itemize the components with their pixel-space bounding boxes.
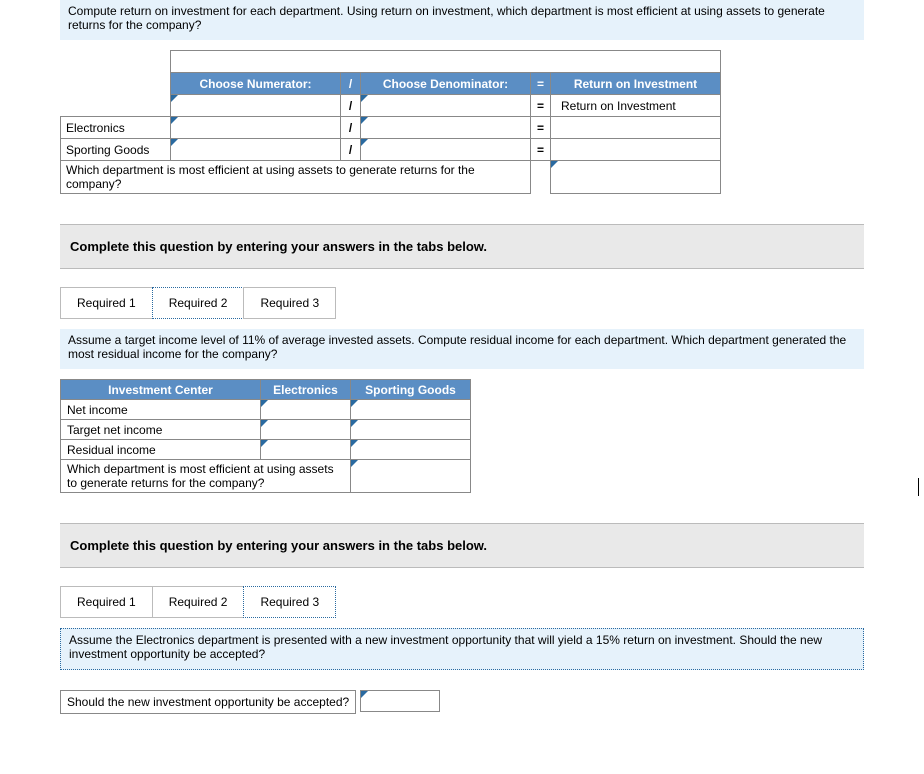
row-electronics: Electronics: [61, 117, 171, 139]
roi-table: Return on Investment Choose Numerator: /…: [60, 50, 732, 194]
tab-required-3[interactable]: Required 3: [243, 287, 336, 319]
question1-text: Compute return on investment for each de…: [68, 4, 825, 32]
tab2-required-1[interactable]: Required 1: [60, 586, 153, 618]
question2-text: Assume a target income level of 11% of a…: [68, 333, 846, 361]
tab2-required-2[interactable]: Required 2: [152, 586, 245, 618]
ri-col2: Electronics: [261, 380, 351, 400]
q3-footer-question: Should the new investment opportunity be…: [60, 690, 356, 714]
ri-sport-target[interactable]: [351, 420, 471, 440]
tab-required-1[interactable]: Required 1: [60, 287, 153, 319]
num-input-sporting[interactable]: [171, 139, 341, 161]
question1-box: Compute return on investment for each de…: [60, 0, 864, 40]
row-sporting: Sporting Goods: [61, 139, 171, 161]
ri-elec-target[interactable]: [261, 420, 351, 440]
num-input-electronics[interactable]: [171, 117, 341, 139]
ri-col1: Investment Center: [61, 380, 261, 400]
q1-footer-input[interactable]: [551, 161, 721, 194]
ri-sport-residual[interactable]: [351, 440, 471, 460]
result-header: Return on Investment: [551, 73, 721, 95]
slash-header: /: [341, 73, 361, 95]
q3-footer-input[interactable]: [360, 690, 440, 712]
den-header: Choose Denominator:: [361, 73, 531, 95]
tab-required-2[interactable]: Required 2: [152, 287, 245, 319]
roi-title: Return on Investment: [171, 51, 721, 73]
result-electronics[interactable]: [551, 117, 721, 139]
num-input-blank[interactable]: [171, 95, 341, 117]
ri-col3: Sporting Goods: [351, 380, 471, 400]
ri-elec-netincome[interactable]: [261, 400, 351, 420]
result-sporting[interactable]: [551, 139, 721, 161]
ri-row-netincome: Net income: [61, 400, 261, 420]
tabs-group-2: Required 1 Required 2 Required 3: [60, 586, 864, 618]
ri-row-residual: Residual income: [61, 440, 261, 460]
question3-text: Assume the Electronics department is pre…: [69, 633, 822, 661]
q2-footer-question: Which department is most efficient at us…: [61, 460, 351, 493]
result-label: Return on Investment: [551, 95, 721, 117]
tab2-required-3[interactable]: Required 3: [243, 586, 336, 618]
instruction-bar-1: Complete this question by entering your …: [60, 224, 864, 269]
q1-footer-question: Which department is most efficient at us…: [61, 161, 531, 194]
den-input-sporting[interactable]: [361, 139, 531, 161]
den-input-blank[interactable]: [361, 95, 531, 117]
ri-sport-netincome[interactable]: [351, 400, 471, 420]
ri-row-target: Target net income: [61, 420, 261, 440]
question3-box: Assume the Electronics department is pre…: [60, 628, 864, 670]
q2-footer-input[interactable]: [351, 460, 471, 493]
question2-box: Assume a target income level of 11% of a…: [60, 329, 864, 369]
ri-elec-residual[interactable]: [261, 440, 351, 460]
num-header: Choose Numerator:: [171, 73, 341, 95]
tabs-group-1: Required 1 Required 2 Required 3: [60, 287, 864, 319]
eq-header: =: [531, 73, 551, 95]
instruction-bar-2: Complete this question by entering your …: [60, 523, 864, 568]
residual-income-table: Investment Center Electronics Sporting G…: [60, 379, 471, 493]
den-input-electronics[interactable]: [361, 117, 531, 139]
text-cursor-icon: [918, 478, 919, 496]
